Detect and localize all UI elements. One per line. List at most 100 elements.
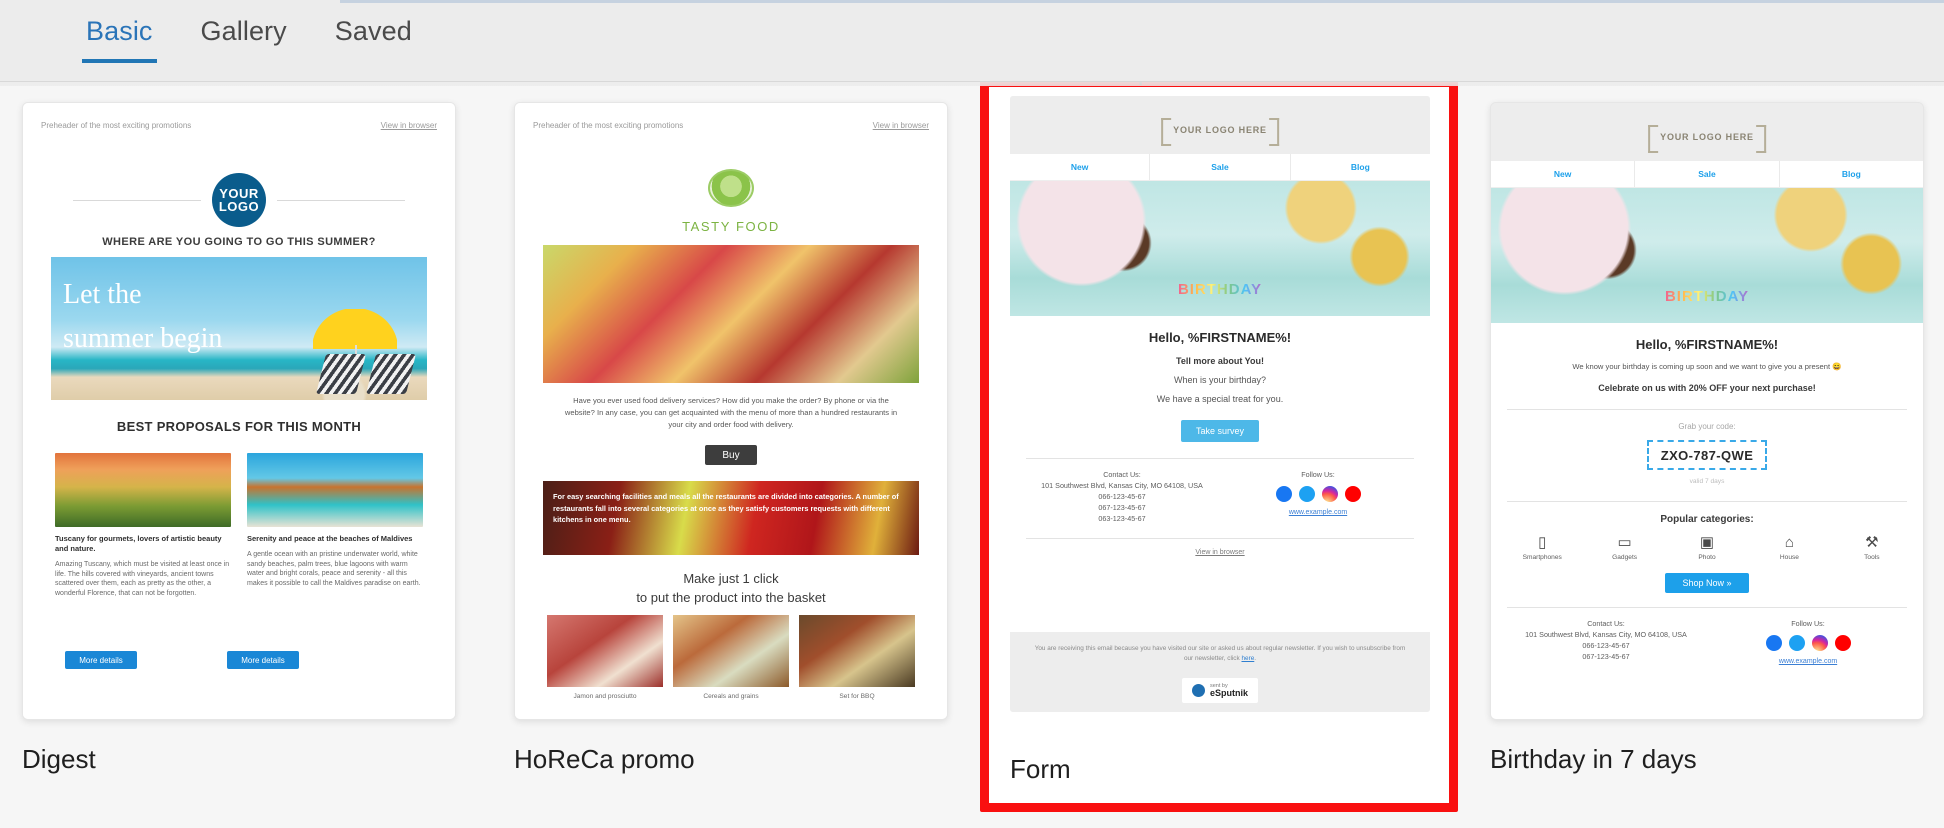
template-card-form[interactable]: YOUR LOGO HERE New Sale Blog BIRTHDAY He… xyxy=(978,78,1464,828)
category-tools[interactable]: ⚒ Tools xyxy=(1831,534,1913,561)
buy-button[interactable]: Buy xyxy=(705,445,757,465)
preheader-text: Preheader of the most exciting promotion… xyxy=(533,120,684,130)
more-details-button-2[interactable]: More details xyxy=(227,651,299,669)
esputnik-logo-icon xyxy=(1191,684,1205,697)
take-survey-button[interactable]: Take survey xyxy=(1181,420,1259,442)
youtube-icon[interactable] xyxy=(1834,635,1851,651)
hero-word: BIRTHDAY xyxy=(1664,288,1750,305)
brand-logo: YOUR LOGO xyxy=(212,173,266,227)
nav-item-sale[interactable]: Sale xyxy=(1149,154,1289,180)
email-preheader: Preheader of the most exciting promotion… xyxy=(23,117,455,133)
hero-image-summer: Let the summer begin xyxy=(51,257,427,400)
tablist: Basic Gallery Saved xyxy=(82,14,416,63)
digest-item: Serenity and peace at the beaches of Mal… xyxy=(247,453,423,598)
template-card-birthday-in-7-days[interactable]: YOUR LOGO HERE New Sale Blog BIRTHDAY He… xyxy=(1468,84,1944,828)
product-image-bbq xyxy=(799,615,915,687)
view-in-browser-link[interactable]: View in browser xyxy=(1010,539,1430,568)
product-thumb: Set for BBQ xyxy=(799,615,915,700)
deck-chair-right xyxy=(366,354,416,394)
claim-line-1: Make just 1 click xyxy=(683,571,779,586)
brand-logo-icon xyxy=(708,169,754,207)
hero-line-2: summer begin xyxy=(63,323,223,354)
claim-block: Make just 1 click to put the product int… xyxy=(529,569,933,607)
tab-gallery[interactable]: Gallery xyxy=(197,14,291,63)
tabbar-top-rule xyxy=(340,0,1944,3)
tablet-icon: ▭ xyxy=(1617,534,1632,551)
template-card-horeca-promo[interactable]: Preheader of the most exciting promotion… xyxy=(492,84,978,828)
unsubscribe-disclaimer: You are receiving this email because you… xyxy=(1034,645,1406,662)
contact-label: Contact Us: xyxy=(1587,619,1625,628)
email-nav: New Sale Blog xyxy=(1491,161,1923,188)
unsubscribe-link[interactable]: here xyxy=(1241,655,1254,662)
contact-phone-2: 067-123-45-67 xyxy=(1582,652,1630,661)
contact-phone-2: 067-123-45-67 xyxy=(1098,503,1146,512)
nav-item-blog[interactable]: Blog xyxy=(1778,161,1923,187)
item-title: Tuscany for gourmets, lovers of artistic… xyxy=(55,534,222,553)
digest-item-list: Tuscany for gourmets, lovers of artistic… xyxy=(55,453,423,598)
template-thumbnail-digest[interactable]: Preheader of the most exciting promotion… xyxy=(22,102,456,720)
template-thumbnail-horeca[interactable]: Preheader of the most exciting promotion… xyxy=(514,102,948,720)
product-label: Jamon and prosciutto xyxy=(573,693,637,700)
camera-icon: ▣ xyxy=(1699,534,1715,551)
contact-phone-1: 066-123-45-67 xyxy=(1098,492,1146,501)
category-label: Tools xyxy=(1864,554,1880,561)
email-line-1: When is your birthday? xyxy=(1173,375,1267,385)
contact-column: Contact Us: 101 Southwest Blvd, Kansas C… xyxy=(1505,618,1707,665)
categories-title: Popular categories: xyxy=(1660,514,1754,525)
template-caption-digest: Digest xyxy=(22,744,96,774)
category-photo[interactable]: ▣ Photo xyxy=(1666,534,1748,561)
nav-item-sale[interactable]: Sale xyxy=(1634,161,1778,187)
category-label: House xyxy=(1779,554,1799,561)
template-card-digest[interactable]: Preheader of the most exciting promotion… xyxy=(0,84,486,828)
claim-line-2: to put the product into the basket xyxy=(636,590,826,605)
category-house[interactable]: ⌂ House xyxy=(1748,534,1830,561)
category-row: ▯ Smartphones ▭ Gadgets ▣ Photo ⌂ House … xyxy=(1491,525,1923,561)
email-footer: Contact Us: 101 Southwest Blvd, Kansas C… xyxy=(1491,608,1923,665)
twitter-icon[interactable] xyxy=(1788,635,1805,651)
instagram-icon[interactable] xyxy=(1321,486,1338,502)
logo-placeholder: YOUR LOGO HERE xyxy=(1161,118,1279,146)
divider-left xyxy=(73,200,201,201)
email-greeting: Hello, %FIRSTNAME%! xyxy=(1635,337,1779,352)
nav-item-blog[interactable]: Blog xyxy=(1289,154,1430,180)
promo-code-box[interactable]: ZXO-787-QWE xyxy=(1647,440,1767,470)
instagram-icon[interactable] xyxy=(1811,635,1828,651)
hero-image-birthday: BIRTHDAY xyxy=(1010,181,1430,316)
contact-column: Contact Us: 101 Southwest Blvd, Kansas C… xyxy=(1024,469,1220,524)
more-details-button-1[interactable]: More details xyxy=(65,651,137,669)
twitter-icon[interactable] xyxy=(1298,486,1315,502)
preheader-text: Preheader of the most exciting promotion… xyxy=(41,120,192,130)
nav-item-new[interactable]: New xyxy=(1010,154,1149,180)
email-greeting: Hello, %FIRSTNAME%! xyxy=(1148,330,1292,345)
youtube-icon[interactable] xyxy=(1344,486,1361,502)
tab-saved[interactable]: Saved xyxy=(331,14,416,63)
email-footer: Contact Us: 101 Southwest Blvd, Kansas C… xyxy=(1010,459,1430,524)
view-in-browser-link[interactable]: View in browser xyxy=(381,121,437,130)
website-link[interactable]: www.example.com xyxy=(1220,509,1416,516)
website-link[interactable]: www.example.com xyxy=(1707,658,1909,665)
email-line-2: Celebrate on us with 20% OFF your next p… xyxy=(1598,383,1816,393)
template-caption-form: Form xyxy=(1010,754,1071,784)
facebook-icon[interactable] xyxy=(1765,635,1782,651)
house-icon: ⌂ xyxy=(1784,534,1794,551)
view-in-browser-link[interactable]: View in browser xyxy=(873,121,929,130)
category-smartphones[interactable]: ▯ Smartphones xyxy=(1501,534,1583,561)
template-thumbnail-birthday[interactable]: YOUR LOGO HERE New Sale Blog BIRTHDAY He… xyxy=(1490,102,1924,720)
template-thumbnail-form[interactable]: YOUR LOGO HERE New Sale Blog BIRTHDAY He… xyxy=(1010,96,1430,712)
nav-item-new[interactable]: New xyxy=(1491,161,1634,187)
social-icon-row xyxy=(1220,486,1416,502)
facebook-icon[interactable] xyxy=(1275,486,1292,502)
shop-now-button[interactable]: Shop Now » xyxy=(1665,573,1749,593)
template-caption-horeca-promo: HoReCa promo xyxy=(514,744,695,774)
category-gadgets[interactable]: ▭ Gadgets xyxy=(1583,534,1665,561)
banner-text: For easy searching facilities and meals … xyxy=(553,492,899,524)
tab-basic[interactable]: Basic xyxy=(82,14,157,63)
category-label: Gadgets xyxy=(1612,554,1638,561)
item-image-tuscany xyxy=(55,453,231,527)
template-caption-birthday-in-7-days: Birthday in 7 days xyxy=(1490,744,1697,774)
contact-phone-1: 066-123-45-67 xyxy=(1582,641,1630,650)
contact-address: 101 Southwest Blvd, Kansas City, MO 6410… xyxy=(1041,481,1203,490)
umbrella-graphic xyxy=(313,309,397,379)
follow-column: Follow Us: www.example.com xyxy=(1220,469,1416,524)
hero-image-birthday: BIRTHDAY xyxy=(1491,188,1923,323)
